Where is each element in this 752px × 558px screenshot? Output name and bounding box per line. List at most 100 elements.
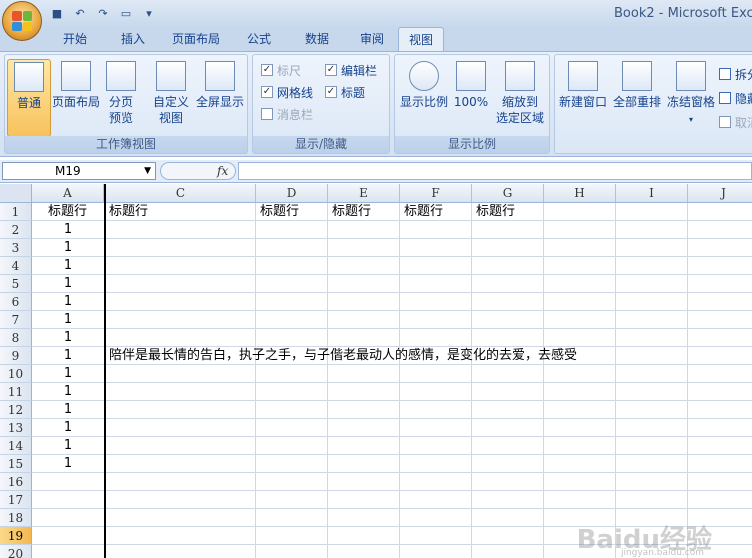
new-window-button[interactable]: 新建窗口 — [557, 59, 609, 137]
formula-bar-checkbox-row[interactable]: ✓ 编辑栏 — [325, 61, 377, 79]
row-header[interactable]: 12 — [0, 401, 32, 419]
cell-a-value[interactable]: 1 — [32, 437, 104, 455]
zoom-selection-label-1: 缩放到 — [501, 95, 538, 109]
freeze-panes-button[interactable]: 冻结窗格 ▾ — [665, 59, 717, 137]
headings-checkbox[interactable]: ✓ — [325, 86, 337, 98]
tab-insert[interactable]: 插入 — [104, 27, 162, 51]
worksheet-grid[interactable]: A C D E F G H I J 1 2 3 4 5 6 7 8 9 10 11 12 13 14 15 1… — [0, 184, 752, 558]
hide-button[interactable]: 隐藏 — [719, 89, 752, 107]
row-header[interactable]: 13 — [0, 419, 32, 437]
col-header-d[interactable]: D — [256, 184, 328, 203]
insert-function-button[interactable]: fx — [160, 162, 236, 180]
tab-home[interactable]: 开始 — [46, 27, 104, 51]
cell-a1[interactable]: 标题行 — [48, 203, 87, 221]
tab-formulas[interactable]: 公式 — [230, 27, 288, 51]
name-box-dropdown-icon[interactable]: ▼ — [144, 163, 151, 179]
tab-page-layout[interactable]: 页面布局 — [162, 27, 230, 51]
arrange-all-button[interactable]: 全部重排 — [611, 59, 663, 137]
page-break-preview-button[interactable]: 分页 预览 — [101, 59, 141, 137]
name-box[interactable]: M19 ▼ — [2, 162, 156, 180]
row-header[interactable]: 9 — [0, 347, 32, 365]
undo-icon[interactable]: ↶ — [71, 5, 89, 21]
cell-d1[interactable]: 标题行 — [260, 203, 299, 221]
gridlines-checkbox[interactable]: ✓ — [261, 86, 273, 98]
col-header-i[interactable]: I — [616, 184, 688, 203]
row-header[interactable]: 7 — [0, 311, 32, 329]
col-header-c[interactable]: C — [106, 184, 256, 203]
row-gridline — [32, 238, 752, 239]
redo-icon[interactable]: ↷ — [94, 5, 112, 21]
cell-a-value[interactable]: 1 — [32, 347, 104, 365]
select-all-corner[interactable] — [0, 184, 32, 203]
formula-bar-checkbox[interactable]: ✓ — [325, 64, 337, 76]
cell-a-value[interactable]: 1 — [32, 419, 104, 437]
row-header[interactable]: 8 — [0, 329, 32, 347]
row-header[interactable]: 16 — [0, 473, 32, 491]
cell-c1[interactable]: 标题行 — [109, 203, 148, 221]
cell-a-value[interactable]: 1 — [32, 311, 104, 329]
custom-views-button[interactable]: 自定义 视图 — [149, 59, 193, 137]
row-header[interactable]: 17 — [0, 491, 32, 509]
formula-input[interactable] — [238, 162, 752, 180]
page-layout-view-button[interactable]: 页面布局 — [51, 59, 101, 137]
row-header[interactable]: 2 — [0, 221, 32, 239]
row-header[interactable]: 14 — [0, 437, 32, 455]
col-header-g[interactable]: G — [472, 184, 544, 203]
unhide-button[interactable]: 取消 — [719, 113, 752, 131]
zoom-100-button[interactable]: 100% — [451, 59, 491, 137]
row-header[interactable]: 1 — [0, 203, 32, 221]
cell-a-value[interactable]: 1 — [32, 383, 104, 401]
ruler-checkbox[interactable]: ✓ — [261, 64, 273, 76]
cell-a-value[interactable]: 1 — [32, 329, 104, 347]
row-header[interactable]: 5 — [0, 275, 32, 293]
normal-view-button[interactable]: 普通 — [7, 59, 51, 137]
headings-checkbox-row[interactable]: ✓ 标题 — [325, 83, 365, 101]
unhide-icon — [719, 116, 731, 128]
cell-a-value[interactable]: 1 — [32, 239, 104, 257]
tab-data[interactable]: 数据 — [288, 27, 346, 51]
row-header[interactable]: 6 — [0, 293, 32, 311]
cell-a-value[interactable]: 1 — [32, 275, 104, 293]
page-break-label-1: 分页 — [108, 95, 133, 109]
row-header[interactable]: 20 — [0, 545, 32, 558]
row-header[interactable]: 4 — [0, 257, 32, 275]
split-button[interactable]: 拆分 — [719, 65, 752, 83]
gridlines-checkbox-row[interactable]: ✓ 网格线 — [261, 83, 313, 101]
print-preview-icon[interactable]: ▭ — [117, 5, 135, 21]
row-header[interactable]: 3 — [0, 239, 32, 257]
cell-c9[interactable]: 陪伴是最长情的告白，执子之手，与子偕老最动人的感情，是变化的去爱，去感受 — [109, 347, 577, 365]
col-header-h[interactable]: H — [544, 184, 616, 203]
zoom-to-selection-button[interactable]: 缩放到 选定区域 — [493, 59, 547, 137]
save-icon[interactable]: ■ — [48, 5, 66, 21]
ribbon-tabs: 开始 插入 页面布局 公式 数据 审阅 视图 — [0, 27, 752, 52]
cell-a-value[interactable]: 1 — [32, 365, 104, 383]
tab-review[interactable]: 审阅 — [346, 27, 398, 51]
ruler-checkbox-row[interactable]: ✓ 标尺 — [261, 61, 301, 79]
col-header-e[interactable]: E — [328, 184, 400, 203]
col-header-f[interactable]: F — [400, 184, 472, 203]
workbook-views-group-label: 工作簿视图 — [5, 136, 247, 153]
office-button[interactable] — [2, 1, 42, 41]
row-header[interactable]: 15 — [0, 455, 32, 473]
message-bar-checkbox-row[interactable]: 消息栏 — [261, 105, 313, 123]
message-bar-checkbox[interactable] — [261, 108, 273, 120]
zoom-button[interactable]: 显示比例 — [397, 59, 451, 137]
cell-a-value[interactable]: 1 — [32, 257, 104, 275]
customize-qat-icon[interactable]: ▾ — [140, 5, 158, 21]
fullscreen-button[interactable]: 全屏显示 — [195, 59, 245, 137]
row-header[interactable]: 11 — [0, 383, 32, 401]
row-header[interactable]: 10 — [0, 365, 32, 383]
cell-g1[interactable]: 标题行 — [476, 203, 515, 221]
col-header-j[interactable]: J — [688, 184, 752, 203]
col-header-a[interactable]: A — [32, 184, 104, 203]
cell-a-value[interactable]: 1 — [32, 401, 104, 419]
tab-view[interactable]: 视图 — [398, 27, 444, 52]
cell-a-value[interactable]: 1 — [32, 293, 104, 311]
cell-a-value[interactable]: 1 — [32, 221, 104, 239]
row-header[interactable]: 19 — [0, 527, 32, 545]
row-header[interactable]: 18 — [0, 509, 32, 527]
cell-e1[interactable]: 标题行 — [332, 203, 371, 221]
cell-a-value[interactable]: 1 — [32, 455, 104, 473]
cell-f1[interactable]: 标题行 — [404, 203, 443, 221]
freeze-pane-divider[interactable] — [104, 184, 106, 558]
